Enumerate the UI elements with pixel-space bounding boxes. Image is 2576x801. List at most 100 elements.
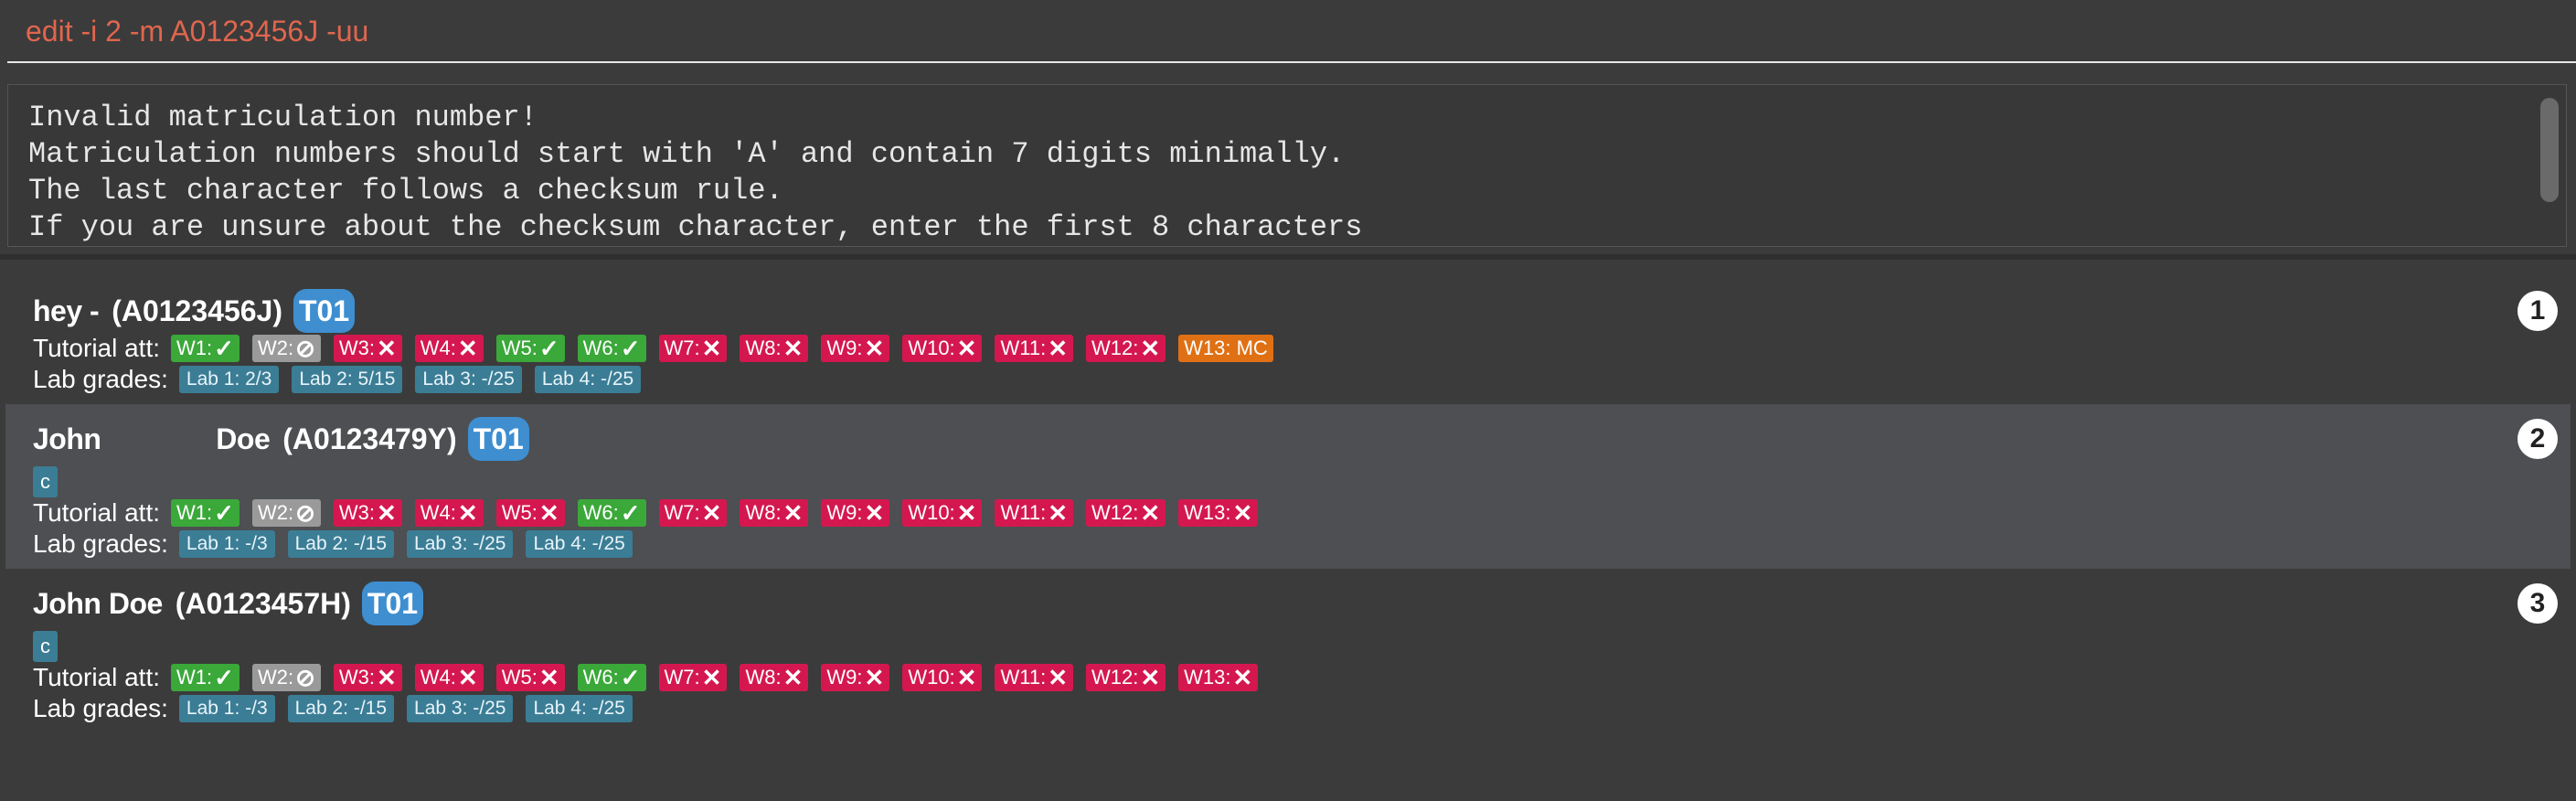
attendance-week: W8: xyxy=(745,336,782,359)
result-line: Invalid matriculation number! xyxy=(28,101,538,134)
attendance-badge: W2: ⊘ xyxy=(251,663,321,691)
result-display: Invalid matriculation number! Matriculati… xyxy=(7,84,2567,247)
lab-grades-row: Lab grades: Lab 1: -/3 Lab 2: -/15 Lab 3: -… xyxy=(33,693,2571,724)
cross-icon: ✕ xyxy=(457,663,478,691)
attendance-badge: W13: ✕ xyxy=(1178,498,1259,527)
attendance-week: W4: xyxy=(420,336,456,359)
attendance-row: Tutorial att: W1: ✓ W2: ⊘ W3: ✕ W4: ✕ W5: ✕ W6: ✓ W7:… xyxy=(33,662,2571,693)
attendance-label: Tutorial att: xyxy=(33,334,161,362)
student-card[interactable]: John Doe (A0123457H) T01 3 c Tutorial att: W1:… xyxy=(5,569,2571,733)
student-card[interactable]: John Doe (A0123479Y) T01 2 c Tutorial att: W1:… xyxy=(5,404,2571,569)
attendance-week: W13: xyxy=(1184,666,1231,689)
attendance-badge: W6: ✓ xyxy=(577,663,646,691)
attendance-badge: W1: ✓ xyxy=(171,335,240,362)
student-header: hey - (A0123456J) T01 xyxy=(33,289,2571,333)
attendance-badge: W10: ✕ xyxy=(902,499,983,527)
tutorial-tag: T01 xyxy=(361,582,424,625)
cross-icon: ✕ xyxy=(956,663,977,691)
attendance-badge: W9: ✕ xyxy=(821,664,890,691)
lab-grade-badge: Lab 2: -/15 xyxy=(287,695,395,722)
attendance-badge: W11: ✕ xyxy=(995,499,1073,527)
divider xyxy=(0,254,2576,260)
attendance-week: W10: xyxy=(908,501,955,524)
attendance-row: Tutorial att: W1: ✓ W2: ⊘ W3: ✕ W4: ✕ W5: ✓ W6: ✓ W7:… xyxy=(33,333,2571,364)
attendance-badge: W8: ✕ xyxy=(740,498,809,527)
attendance-week: W13: MC xyxy=(1184,336,1268,359)
attendance-week: W12: xyxy=(1091,666,1139,689)
lab-grade-badge: Lab 4: -/25 xyxy=(534,366,642,393)
attendance-badge: W4: ✕ xyxy=(414,498,484,527)
attendance-week: W2: xyxy=(257,501,294,524)
attendance-week: W5: xyxy=(501,336,538,359)
attendance-week: W5: xyxy=(501,666,538,689)
student-header: John Doe (A0123479Y) T01 xyxy=(33,417,2571,461)
result-scrollbar[interactable] xyxy=(2540,98,2559,202)
attendance-week: W8: xyxy=(745,501,782,524)
check-icon: ✓ xyxy=(620,663,641,691)
index-badge: 3 xyxy=(2517,583,2558,624)
attendance-badge: W4: ✕ xyxy=(414,334,484,362)
prohibited-icon: ⊘ xyxy=(295,663,315,691)
attendance-week: W1: xyxy=(176,336,213,359)
attendance-week: W9: xyxy=(826,501,863,524)
attendance-badge: W7: ✕ xyxy=(658,335,728,362)
check-icon: ✓ xyxy=(620,334,641,362)
student-list[interactable]: hey - (A0123456J) T01 1 Tutorial att: W1: ✓ W2:… xyxy=(5,276,2571,733)
attendance-badge: W5: ✕ xyxy=(495,664,565,691)
attendance-badge: W10: ✕ xyxy=(902,335,983,362)
student-name: John Doe xyxy=(33,586,163,620)
attendance-week: W11: xyxy=(1000,666,1047,689)
prohibited-icon: ⊘ xyxy=(295,498,315,527)
lab-grade-badge: Lab 3: -/25 xyxy=(407,695,514,722)
attendance-badge: W7: ✕ xyxy=(658,499,728,527)
check-icon: ✓ xyxy=(214,498,234,527)
matric-number: (A0123479Y) xyxy=(282,422,457,455)
attendance-week: W3: xyxy=(338,501,375,524)
attendance-badge: W5: ✓ xyxy=(495,334,565,362)
command-box[interactable]: edit -i 2 -m A0123456J -uu xyxy=(0,0,2576,64)
attendance-badge: W8: ✕ xyxy=(740,664,809,691)
cross-icon: ✕ xyxy=(864,334,885,362)
attendance-label: Tutorial att: xyxy=(33,498,161,527)
result-line: If you are unsure about the checksum cha… xyxy=(28,210,1363,244)
cross-icon: ✕ xyxy=(376,334,397,362)
command-input[interactable]: edit -i 2 -m A0123456J -uu xyxy=(26,13,368,49)
cross-icon: ✕ xyxy=(782,334,804,362)
cross-icon: ✕ xyxy=(457,334,478,362)
lab-grades-label: Lab grades: xyxy=(33,694,168,722)
student-name: hey - xyxy=(33,294,100,327)
tag-row: c xyxy=(5,625,2571,662)
cross-icon: ✕ xyxy=(1232,498,1253,527)
cross-icon: ✕ xyxy=(1048,663,1068,691)
attendance-week: W10: xyxy=(908,336,955,359)
attendance-week: W10: xyxy=(908,666,955,689)
student-card[interactable]: hey - (A0123456J) T01 1 Tutorial att: W1: ✓ W2:… xyxy=(5,276,2571,404)
index-badge: 2 xyxy=(2517,419,2558,459)
attendance-badge: W1: ✓ xyxy=(171,499,240,527)
matric-number: (A0123456J) xyxy=(112,294,282,327)
command-underline xyxy=(7,61,2576,63)
cross-icon: ✕ xyxy=(457,498,478,527)
attendance-week: W7: xyxy=(664,336,700,359)
lab-grade-badge: Lab 1: 2/3 xyxy=(178,366,280,393)
lab-grades-label: Lab grades: xyxy=(33,365,168,393)
check-icon: ✓ xyxy=(538,334,559,362)
attendance-badge: W9: ✕ xyxy=(821,499,890,527)
attendance-badge: W2: ⊘ xyxy=(251,498,321,527)
attendance-row: Tutorial att: W1: ✓ W2: ⊘ W3: ✕ W4: ✕ W5: ✕ W6: ✓ W7:… xyxy=(33,497,2571,529)
attendance-badge: W13: MC xyxy=(1178,335,1273,362)
cross-icon: ✕ xyxy=(376,498,397,527)
attendance-badge: W13: ✕ xyxy=(1178,664,1259,691)
student-header: John Doe (A0123457H) T01 xyxy=(33,582,2571,625)
tutorial-tag: T01 xyxy=(293,289,356,333)
tag-row: c xyxy=(5,461,2571,497)
cross-icon: ✕ xyxy=(782,498,804,527)
attendance-week: W6: xyxy=(582,666,619,689)
attendance-badge: W4: ✕ xyxy=(414,663,484,691)
cross-icon: ✕ xyxy=(1140,334,1161,362)
lab-grades-label: Lab grades: xyxy=(33,529,168,558)
attendance-week: W7: xyxy=(664,666,700,689)
attendance-week: W11: xyxy=(1000,501,1047,524)
result-line: The last character follows a checksum ru… xyxy=(28,174,783,208)
attendance-week: W3: xyxy=(338,336,375,359)
